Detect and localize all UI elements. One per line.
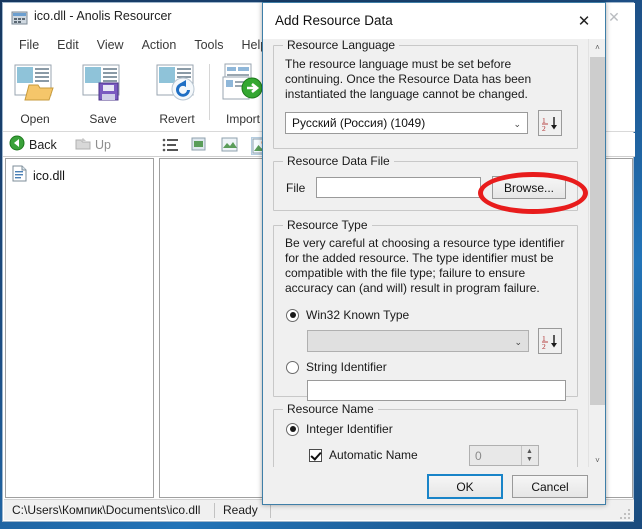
revert-button[interactable]: Revert [149, 58, 205, 128]
resource-name-group: Resource Name Integer Identifier Automat… [273, 409, 578, 469]
small-icons-view-icon[interactable] [191, 137, 210, 155]
menu-item-tools[interactable]: Tools [185, 35, 232, 55]
automatic-name-checkbox[interactable]: Automatic Name [309, 448, 418, 462]
toolbar-separator [209, 64, 210, 120]
svg-text:2: 2 [542, 342, 546, 350]
status-path: C:\Users\Компик\Documents\ico.dll [4, 500, 214, 521]
resize-grip[interactable] [620, 506, 631, 517]
file-path-input[interactable] [316, 177, 481, 198]
dialog-scrollbar[interactable]: ˄ ˅ [588, 39, 605, 469]
dialog-body: Resource Language The resource language … [263, 39, 605, 469]
import-arrow-icon [221, 63, 265, 108]
dialog-close-button[interactable]: ✕ [569, 9, 599, 33]
resource-language-combo-value: Русский (Россия) (1049) [286, 116, 425, 130]
scrollbar-up-button[interactable]: ˄ [589, 39, 606, 56]
radio-win32-known-type[interactable]: Win32 Known Type [286, 308, 409, 322]
view-mode-buttons [161, 135, 270, 156]
scrollbar-thumb[interactable] [590, 57, 605, 405]
menu-item-view[interactable]: View [88, 35, 133, 55]
resource-name-group-title: Resource Name [283, 402, 378, 416]
radio-string-identifier-indicator [286, 361, 299, 374]
tree-item-ico-dll[interactable]: ico.dll [12, 165, 65, 187]
resource-type-group-title: Resource Type [283, 218, 372, 232]
window-title: ico.dll - Anolis Resourcer [34, 9, 172, 23]
menu-item-file[interactable]: File [10, 35, 48, 55]
integer-identifier-spinner[interactable]: 0 ▲ ▼ [469, 445, 539, 466]
resource-data-file-group-title: Resource Data File [283, 154, 394, 168]
save-button-label: Save [89, 112, 116, 126]
chevron-down-icon: ⌄ [514, 331, 522, 353]
resource-language-group-title: Resource Language [283, 39, 399, 52]
back-button[interactable]: Back [9, 135, 57, 155]
import-button-label: Import [226, 112, 260, 126]
spinner-buttons[interactable]: ▲ ▼ [521, 446, 537, 465]
cancel-button[interactable]: Cancel [512, 475, 588, 498]
details-view-icon[interactable] [161, 137, 180, 155]
browse-button[interactable]: Browse... [492, 176, 566, 199]
integer-identifier-value: 0 [470, 449, 482, 463]
menu-item-edit[interactable]: Edit [48, 35, 88, 55]
dialog-footer: OK Cancel [263, 467, 605, 504]
add-resource-data-dialog: Add Resource Data ✕ Resource Language Th… [262, 2, 606, 505]
radio-integer-identifier[interactable]: Integer Identifier [286, 422, 393, 436]
tree-item-label: ico.dll [33, 169, 65, 183]
medium-icons-view-icon[interactable] [221, 137, 240, 155]
radio-string-identifier-label: String Identifier [306, 360, 387, 374]
ok-button[interactable]: OK [427, 474, 503, 499]
automatic-name-label: Automatic Name [329, 448, 418, 462]
win32-known-type-combo[interactable]: ⌄ [307, 330, 529, 352]
radio-integer-identifier-label: Integer Identifier [306, 422, 393, 436]
resource-type-group: Resource Type Be very careful at choosin… [273, 225, 578, 397]
resource-language-combo[interactable]: Русский (Россия) (1049) ⌄ [285, 112, 528, 134]
resource-language-sort-button[interactable]: 1 2 [538, 110, 562, 136]
cancel-button-label: Cancel [531, 480, 568, 494]
back-button-label: Back [29, 138, 57, 152]
automatic-name-checkbox-indicator [309, 449, 322, 462]
resource-type-description: Be very careful at choosing a resource t… [285, 236, 572, 296]
save-button[interactable]: Save [75, 58, 131, 128]
radio-win32-known-type-label: Win32 Known Type [306, 308, 409, 322]
open-button-label: Open [20, 112, 49, 126]
back-arrow-icon [9, 135, 25, 156]
radio-string-identifier[interactable]: String Identifier [286, 360, 387, 374]
resource-type-sort-button[interactable]: 1 2 [538, 328, 562, 354]
open-folder-icon [13, 63, 57, 108]
resource-data-file-group: Resource Data File File Browse... [273, 161, 578, 211]
open-button[interactable]: Open [7, 58, 63, 128]
up-button[interactable]: Up [75, 135, 111, 155]
dialog-title: Add Resource Data [275, 13, 393, 28]
spinner-up-icon[interactable]: ▲ [526, 448, 533, 456]
browse-button-label: Browse... [504, 181, 554, 195]
file-field-label: File [286, 181, 305, 195]
application-icon [11, 10, 28, 26]
chevron-down-icon: ⌄ [513, 113, 521, 135]
up-folder-icon [75, 135, 91, 156]
floppy-disk-icon [81, 63, 125, 108]
spinner-down-icon[interactable]: ▼ [526, 456, 533, 464]
dialog-titlebar: Add Resource Data ✕ [263, 3, 605, 39]
revert-button-label: Revert [159, 112, 194, 126]
ok-button-label: OK [456, 480, 473, 494]
string-identifier-input[interactable] [307, 380, 566, 401]
menu-item-action[interactable]: Action [133, 35, 186, 55]
screen: ico.dll - Anolis Resourcer ✕ File Edit V… [0, 0, 642, 529]
resource-language-group: Resource Language The resource language … [273, 45, 578, 149]
radio-win32-known-type-indicator [286, 309, 299, 322]
undo-arrow-icon [155, 63, 199, 108]
radio-integer-identifier-indicator [286, 423, 299, 436]
file-icon [12, 165, 27, 187]
up-button-label: Up [95, 138, 111, 152]
resource-language-description: The resource language must be set before… [285, 57, 570, 102]
svg-text:2: 2 [542, 124, 546, 132]
resource-tree-pane[interactable]: ico.dll [5, 158, 154, 498]
